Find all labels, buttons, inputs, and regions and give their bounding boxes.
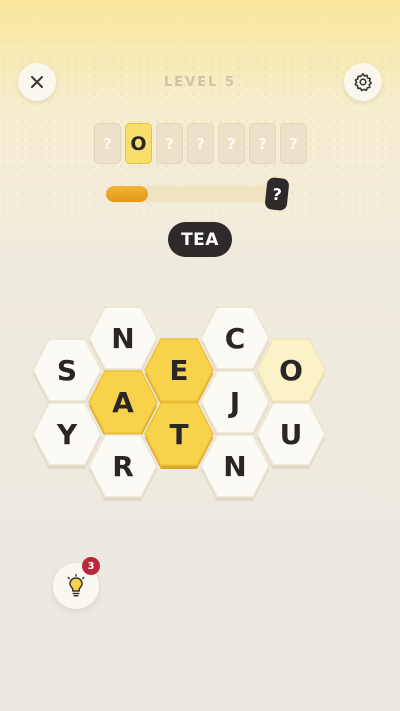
lightbulb-icon — [67, 574, 85, 597]
tile-letter: R — [112, 449, 134, 483]
letter-tile[interactable]: R — [88, 434, 158, 501]
letter-tile[interactable]: N — [200, 434, 270, 501]
letter-board: NCSEOAJYTURN — [0, 0, 400, 711]
tile-letter: N — [223, 449, 247, 483]
hint-count-badge: 3 — [82, 557, 100, 575]
